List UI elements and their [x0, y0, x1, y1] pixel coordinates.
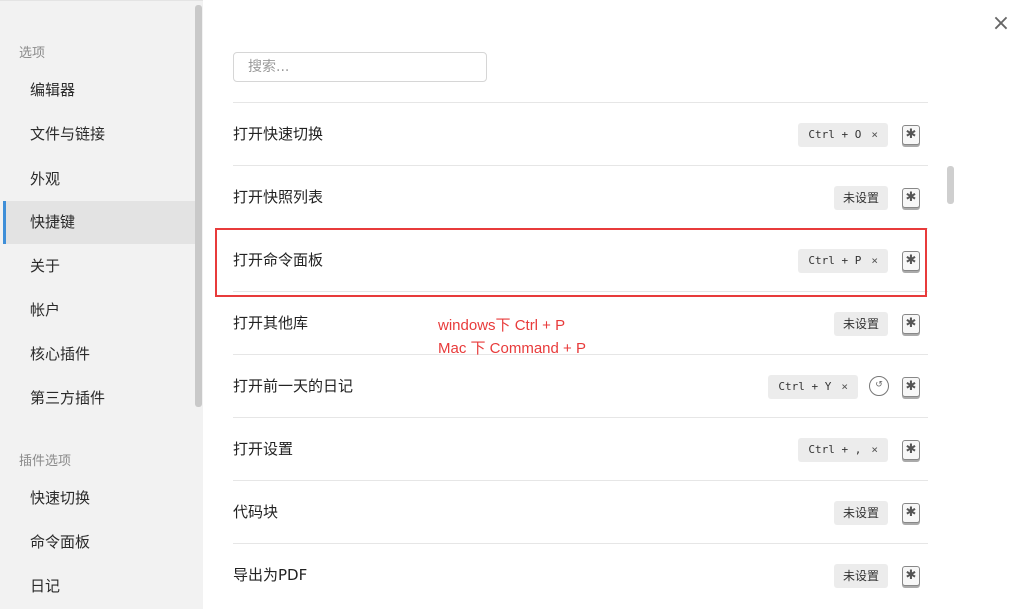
- hotkey-label: 打开前一天的日记: [233, 377, 354, 395]
- hotkey-label: 打开快速切换: [233, 125, 324, 143]
- sidebar-item-core-plugins[interactable]: 核心插件: [3, 333, 195, 376]
- add-hotkey-icon[interactable]: ✱: [902, 314, 920, 334]
- hotkey-unset-badge: 未设置: [833, 501, 888, 525]
- remove-hotkey-icon[interactable]: ×: [871, 443, 878, 456]
- sidebar-item-command-palette[interactable]: 命令面板: [3, 521, 195, 564]
- hotkey-row-export-pdf: 导出为PDF 未设置 ✱: [233, 544, 928, 607]
- hotkey-row-snapshots: 打开快照列表 未设置 ✱: [233, 166, 928, 229]
- settings-sidebar: 选项 编辑器 文件与链接 外观 快捷键 关于 帐户 核心插件 第三方插件 插件选…: [0, 0, 203, 609]
- add-hotkey-icon[interactable]: ✱: [902, 188, 920, 208]
- add-hotkey-icon[interactable]: ✱: [902, 251, 920, 271]
- hotkey-label: 打开快照列表: [233, 188, 324, 206]
- add-hotkey-icon[interactable]: ✱: [902, 566, 920, 586]
- sidebar-item-community-plugins[interactable]: 第三方插件: [3, 377, 195, 420]
- add-hotkey-icon[interactable]: ✱: [902, 377, 920, 397]
- sidebar-item-hotkeys[interactable]: 快捷键: [3, 201, 195, 244]
- add-hotkey-icon[interactable]: ✱: [902, 125, 920, 145]
- sidebar-item-quick-switcher[interactable]: 快速切换: [3, 477, 195, 520]
- hotkey-label: 打开命令面板: [233, 251, 324, 269]
- annotation-text-windows: windows下 Ctrl + P: [438, 317, 566, 334]
- hotkey-badge: Ctrl + P ×: [798, 249, 888, 273]
- sidebar-item-daily-notes[interactable]: 日记: [3, 565, 195, 608]
- restore-default-icon[interactable]: ↺: [869, 376, 889, 396]
- remove-hotkey-icon[interactable]: ×: [841, 380, 848, 393]
- search-input[interactable]: [233, 52, 487, 82]
- hotkey-row-quick-switcher: 打开快速切换 Ctrl + O × ✱: [233, 103, 928, 166]
- hotkey-text: Ctrl + O: [808, 128, 862, 141]
- content-scrollbar[interactable]: [947, 166, 954, 204]
- hotkey-badge: Ctrl + , ×: [798, 438, 888, 462]
- close-icon[interactable]: ×: [988, 11, 1014, 37]
- annotation-text-mac: Mac 下 Command + P: [438, 340, 586, 357]
- hotkey-row-command-palette: 打开命令面板 Ctrl + P × ✱: [233, 229, 928, 292]
- sidebar-item-about[interactable]: 关于: [3, 245, 195, 288]
- hotkey-label: 导出为PDF: [233, 566, 308, 584]
- hotkey-label: 代码块: [233, 503, 279, 521]
- sidebar-section-options: 选项: [19, 46, 46, 61]
- hotkey-text: Ctrl + P: [808, 254, 862, 267]
- settings-content: × 打开快速切换 Ctrl + O × ✱ 打开快照列表 未设置 ✱ 打开命令面板…: [203, 0, 1027, 609]
- add-hotkey-icon[interactable]: ✱: [902, 503, 920, 523]
- remove-hotkey-icon[interactable]: ×: [871, 254, 878, 267]
- sidebar-item-appearance[interactable]: 外观: [3, 158, 195, 201]
- hotkey-row-open-settings: 打开设置 Ctrl + , × ✱: [233, 418, 928, 481]
- hotkey-row-code-block: 代码块 未设置 ✱: [233, 481, 928, 544]
- hotkey-row-previous-daily-note: 打开前一天的日记 Ctrl + Y × ↺ ✱: [233, 355, 928, 418]
- hotkey-badge: Ctrl + O ×: [798, 123, 888, 147]
- hotkey-unset-badge: 未设置: [833, 564, 888, 588]
- hotkey-badge: Ctrl + Y ×: [768, 375, 858, 399]
- hotkey-text: Ctrl + Y: [778, 380, 832, 393]
- hotkey-unset-badge: 未设置: [833, 186, 888, 210]
- hotkey-unset-badge: 未设置: [833, 312, 888, 336]
- sidebar-section-plugin-options: 插件选项: [19, 454, 72, 469]
- hotkey-label: 打开其他库: [233, 314, 309, 332]
- hotkey-label: 打开设置: [233, 440, 294, 458]
- hotkey-text: Ctrl + ,: [808, 443, 862, 456]
- remove-hotkey-icon[interactable]: ×: [871, 128, 878, 141]
- sidebar-item-account[interactable]: 帐户: [3, 289, 195, 332]
- sidebar-scrollbar[interactable]: [195, 5, 202, 407]
- sidebar-item-editor[interactable]: 编辑器: [3, 69, 195, 112]
- sidebar-item-files-links[interactable]: 文件与链接: [3, 113, 195, 156]
- add-hotkey-icon[interactable]: ✱: [902, 440, 920, 460]
